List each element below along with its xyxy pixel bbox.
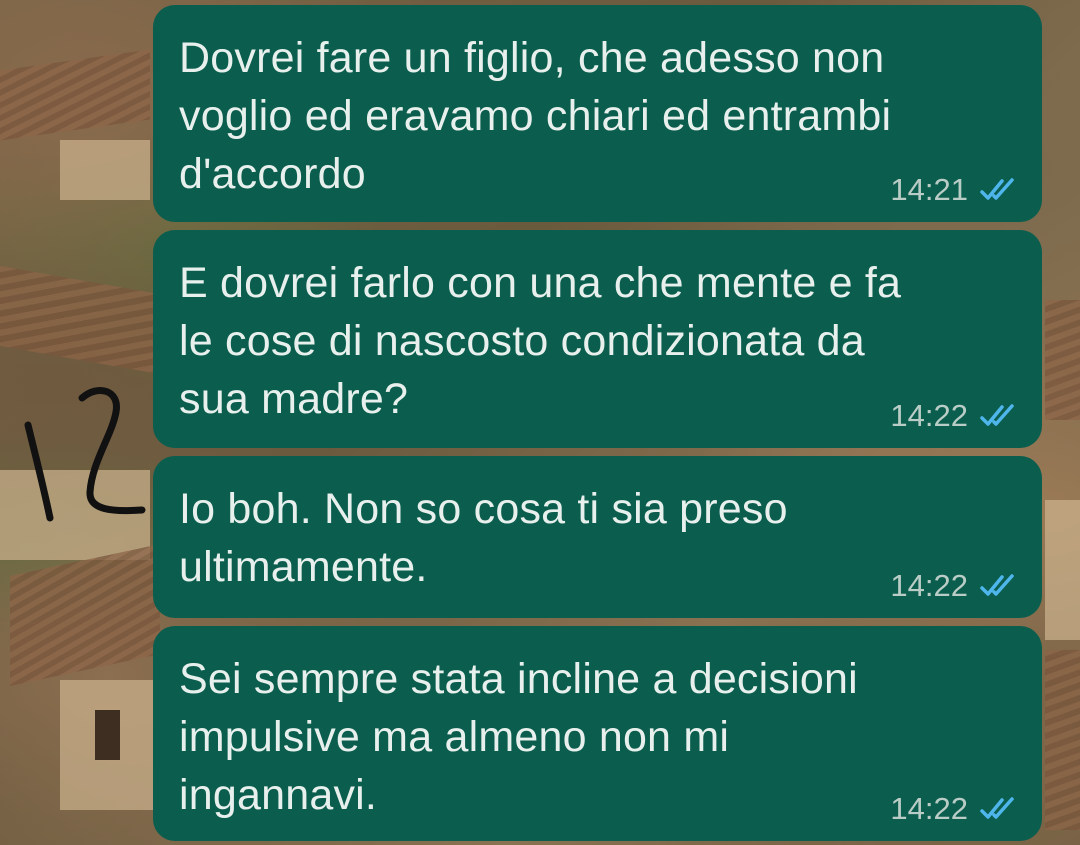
message-bubble-2[interactable]: E dovrei farlo con una che mente e fa le… (153, 230, 1042, 448)
message-time: 14:21 (890, 172, 968, 207)
message-text: Dovrei fare un figlio, che adesso non vo… (179, 34, 892, 198)
read-double-check-icon (980, 797, 1014, 819)
message-meta: 14:22 (890, 398, 1018, 434)
message-bubble-1[interactable]: Dovrei fare un figlio, che adesso non vo… (153, 5, 1042, 222)
message-text: E dovrei farlo con una che mente e fa le… (179, 259, 902, 423)
message-meta: 14:22 (890, 568, 1018, 604)
read-double-check-icon (980, 574, 1014, 596)
message-text: Sei sempre stata incline a decisioni imp… (179, 655, 858, 819)
message-text: Io boh. Non so cosa ti sia preso ultimam… (179, 485, 788, 591)
message-bubble-3[interactable]: Io boh. Non so cosa ti sia preso ultimam… (153, 456, 1042, 618)
message-meta: 14:21 (890, 172, 1018, 208)
read-double-check-icon (980, 404, 1014, 426)
message-time: 14:22 (890, 568, 968, 603)
message-bubble-4[interactable]: Sei sempre stata incline a decisioni imp… (153, 626, 1042, 841)
read-double-check-icon (980, 178, 1014, 200)
message-time: 14:22 (890, 398, 968, 433)
handwritten-annotation-12: 12 (24, 387, 146, 522)
message-time: 14:22 (890, 791, 968, 826)
message-meta: 14:22 (890, 791, 1018, 827)
